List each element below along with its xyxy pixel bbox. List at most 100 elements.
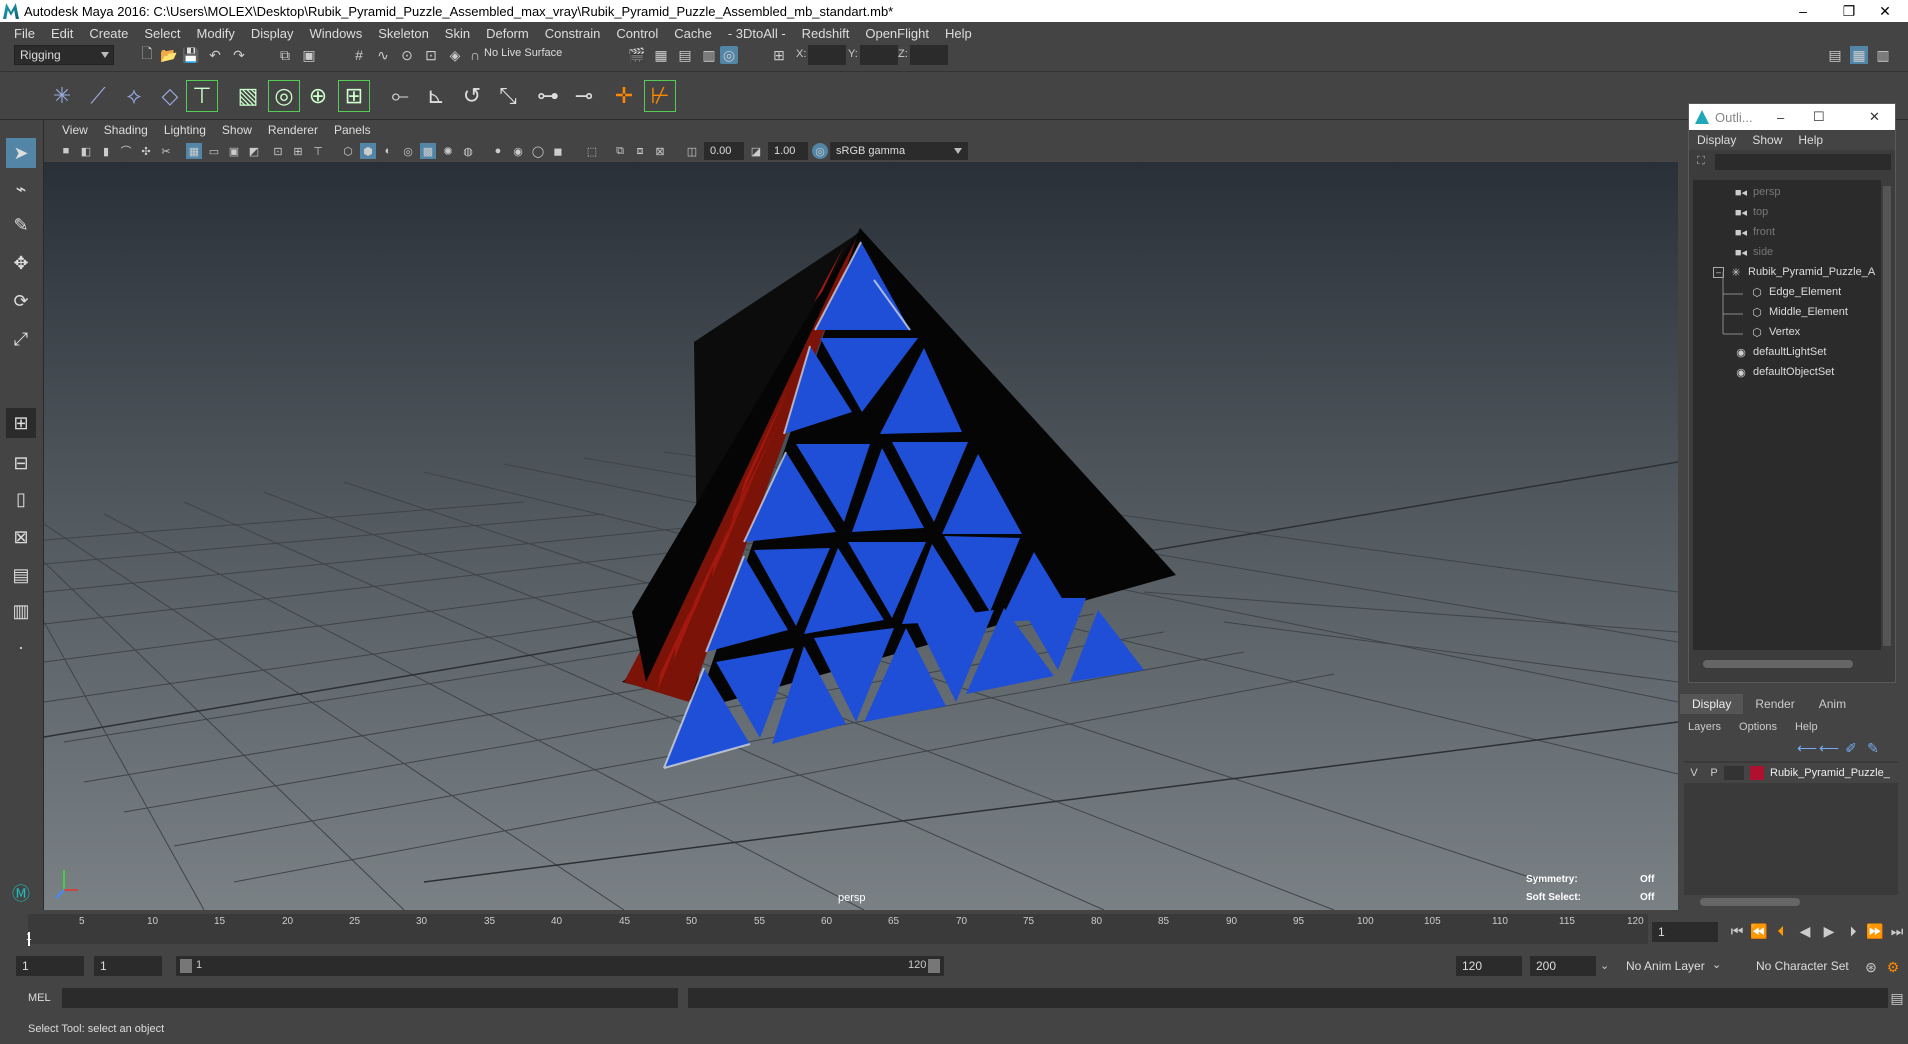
vp-menu-panels[interactable]: Panels [326,123,379,137]
safe-title-icon[interactable]: ⊞ [290,143,306,159]
select-object-icon[interactable]: ▣ [300,46,318,64]
tab-display[interactable]: Display [1680,694,1744,714]
outliner-item-default-light-set[interactable]: ◉ defaultLightSet [1733,342,1826,362]
x-coord-field[interactable] [808,45,846,65]
outliner-item-default-object-set[interactable]: ◉ defaultObjectSet [1733,362,1834,382]
magnet-icon[interactable]: ∩ [466,46,484,64]
select-hierarchy-icon[interactable]: ⧉ [276,46,294,64]
save-scene-icon[interactable]: 💾 [182,46,200,64]
tab-anim[interactable]: Anim [1807,694,1858,714]
hypershade-icon[interactable]: ◎ [720,46,738,64]
pole-vector-icon[interactable]: ⊸ [568,80,600,112]
outliner-item-side[interactable]: ■◂ side [1733,242,1773,262]
close-button[interactable]: ✕ [1862,0,1908,22]
exposure-icon[interactable]: ◫ [684,143,700,159]
outliner-item-middle-element[interactable]: ⬡ Middle_Element [1749,302,1848,322]
y-coord-field[interactable] [860,45,898,65]
outliner-menu-show[interactable]: Show [1744,133,1790,147]
menu-help[interactable]: Help [937,26,980,41]
snap-view-icon[interactable]: ⊡ [422,46,440,64]
layer-scrollbar[interactable] [1700,898,1800,906]
scene-end-field[interactable]: 200 [1530,956,1596,976]
vp-menu-renderer[interactable]: Renderer [260,123,326,137]
motion-blur-icon[interactable]: ◉ [510,143,526,159]
bind-skin-icon[interactable]: ⊤ [186,80,218,112]
scale-tool-icon[interactable]: ⤢ [6,324,36,354]
outliner-item-top[interactable]: ■◂ top [1733,202,1768,222]
step-back-key-icon[interactable]: ⏪ [1750,922,1768,940]
outliner-menu-display[interactable]: Display [1689,133,1744,147]
ssao-icon[interactable]: ● [490,143,506,159]
paint-weights-icon[interactable]: ◇ [154,80,186,112]
outliner-item-front[interactable]: ■◂ front [1733,222,1775,242]
isolate-select-icon[interactable]: ⬚ [584,143,600,159]
tool-settings-toggle-icon[interactable]: ▥ [1874,46,1892,64]
rotate-tool-icon[interactable]: ⟳ [6,286,36,316]
ipr-render-icon[interactable]: ▤ [676,46,694,64]
move-layer-up-icon[interactable]: ⟵ [1797,739,1817,757]
menu-windows[interactable]: Windows [301,26,370,41]
collapse-toolbox-icon[interactable]: · [6,632,36,662]
tab-render[interactable]: Render [1743,694,1806,714]
time-slider[interactable]: 1 5 10 15 20 25 30 35 40 45 50 55 60 65 … [0,910,1908,950]
hypershade-layout-icon[interactable]: ▥ [6,596,36,626]
chevron-down-icon[interactable]: ⌄ [1600,959,1609,972]
point-constraint-icon[interactable]: ⊾ [420,80,452,112]
single-view-layout-icon[interactable]: ⊞ [6,408,36,438]
outliner-minimize-button[interactable]: – [1777,110,1784,125]
vp-menu-lighting[interactable]: Lighting [156,123,214,137]
undo-icon[interactable]: ↶ [206,46,224,64]
character-set-dropdown[interactable]: No Character Set [1750,956,1874,976]
layer-menu-options[interactable]: Options [1739,721,1795,733]
channel-box-toggle-icon[interactable]: ▦ [1850,46,1868,64]
gate-mask-icon[interactable]: ▣ [226,143,242,159]
menuset-dropdown[interactable]: Rigging [14,45,114,65]
menu-redshift[interactable]: Redshift [794,26,858,41]
dof-icon[interactable]: ◼ [550,143,566,159]
snap-curve-icon[interactable]: ∿ [374,46,392,64]
menu-select[interactable]: Select [136,26,188,41]
current-frame-field[interactable]: 1 [1652,922,1718,942]
snap-grid-icon[interactable]: # [350,46,368,64]
shadows-icon[interactable]: ◍ [460,143,476,159]
step-forward-frame-icon[interactable]: ⏵ [1844,922,1862,940]
filter-icon[interactable]: ⛶ [1697,155,1705,168]
orient-constraint-icon[interactable]: ↺ [456,80,488,112]
play-backwards-icon[interactable]: ◀ [1796,922,1814,940]
isolate-icon[interactable]: ⊤ [310,143,326,159]
go-to-end-icon[interactable]: ⏭ [1888,922,1906,940]
command-input[interactable] [62,988,678,1008]
smooth-shade-icon[interactable]: ⬢ [360,143,376,159]
new-scene-icon[interactable]: 🗋 [138,45,156,64]
four-view-layout-icon[interactable]: ⊟ [6,448,36,478]
time-ruler[interactable] [28,914,1648,944]
menu-skin[interactable]: Skin [437,26,478,41]
new-layer-icon[interactable]: ✐ [1842,739,1860,757]
script-editor-icon[interactable]: ▤ [1888,989,1906,1007]
layer-visibility-toggle[interactable]: V [1684,767,1704,779]
frame-all-icon[interactable]: ⊠ [652,143,668,159]
outliner-maximize-button[interactable]: ☐ [1813,109,1825,125]
layer-display-type[interactable] [1724,766,1744,780]
outliner-item-vertex[interactable]: ⬡ Vertex [1749,322,1800,342]
xray-joints-icon[interactable]: ⧉ [612,143,628,159]
layer-playback-toggle[interactable]: P [1704,767,1724,779]
step-back-frame-icon[interactable]: ⏴ [1772,922,1790,940]
set-key-icon[interactable]: ⊬ [644,80,676,112]
select-camera-icon[interactable]: ■ [58,143,74,159]
ik-handle-icon[interactable]: ⟋ [82,80,114,112]
play-forwards-icon[interactable]: ▶ [1820,922,1838,940]
two-view-layout-icon[interactable]: ▯ [6,484,36,514]
move-tool-icon[interactable]: ✥ [6,248,36,278]
perspective-viewport[interactable]: persp Symmetry: Off Soft Select: Off [44,162,1678,910]
lasso-tool-icon[interactable]: ⌁ [6,174,36,204]
grid-icon[interactable]: ▦ [186,143,202,159]
layer-menu-layers[interactable]: Layers [1688,721,1739,733]
menu-control[interactable]: Control [608,26,666,41]
menu-edit[interactable]: Edit [43,26,81,41]
outliner-item-edge-element[interactable]: ⬡ Edge_Element [1749,282,1841,302]
anti-alias-icon[interactable]: ◯ [530,143,546,159]
outliner-vertical-scrollbar[interactable] [1883,186,1891,646]
locator-icon[interactable]: ✛ [608,80,640,112]
outliner-item-persp[interactable]: ■◂ persp [1733,182,1781,202]
